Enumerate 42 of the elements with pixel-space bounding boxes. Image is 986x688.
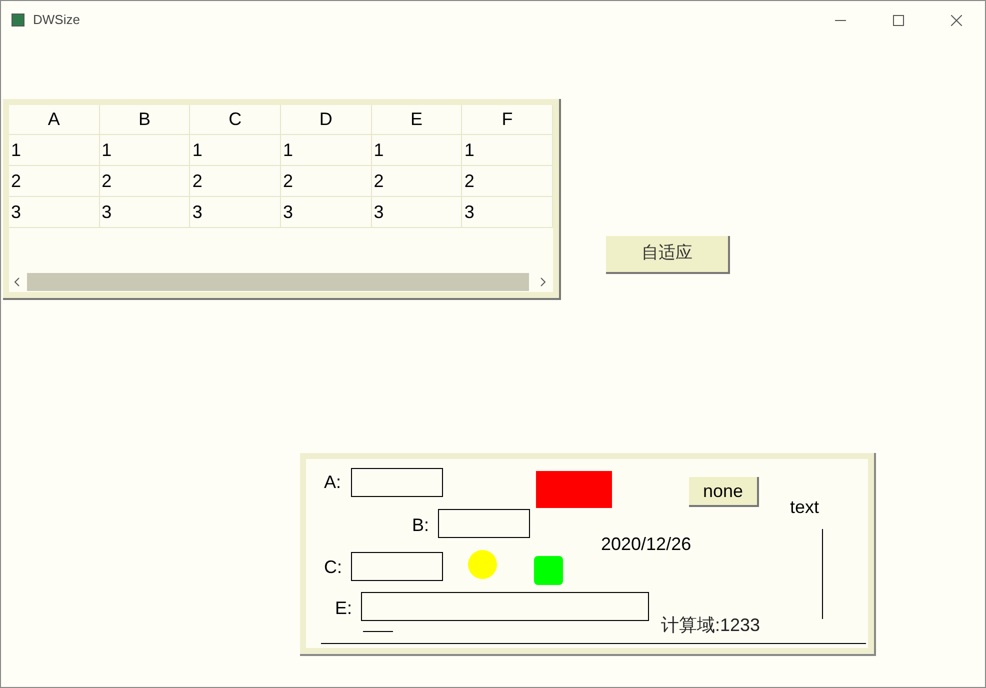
- table-cell: 3: [9, 197, 100, 227]
- input-field[interactable]: [351, 552, 443, 581]
- table-cell: 2: [281, 166, 372, 196]
- column-header[interactable]: F: [462, 105, 554, 134]
- column-header[interactable]: B: [100, 105, 190, 134]
- table-cell: 3: [190, 197, 282, 227]
- column-header[interactable]: D: [281, 105, 372, 134]
- close-icon: [950, 14, 962, 26]
- table-cell: 1: [100, 135, 190, 165]
- table-cell: 1: [281, 135, 372, 165]
- table-cell: 1: [462, 135, 554, 165]
- table-cell: 1: [9, 135, 100, 165]
- window-title: DWSize: [33, 11, 80, 30]
- field-label: A:: [324, 471, 342, 494]
- maximize-icon: [892, 14, 904, 26]
- table-cell: 3: [372, 197, 462, 227]
- table-cell: 3: [462, 197, 554, 227]
- scroll-left-icon: [13, 277, 21, 287]
- app-icon: [11, 13, 25, 27]
- field-label: E:: [335, 597, 352, 620]
- table-cell: 1: [190, 135, 282, 165]
- input-field[interactable]: [361, 592, 649, 621]
- column-header[interactable]: A: [9, 105, 100, 134]
- table-cell: 2: [9, 166, 100, 196]
- table-cell: 2: [100, 166, 190, 196]
- column-header[interactable]: C: [190, 105, 282, 134]
- table-cell: 1: [372, 135, 462, 165]
- date-label: 2020/12/26: [601, 533, 692, 556]
- computed-field-label: 计算域:1233: [661, 614, 760, 637]
- table-cell: 2: [462, 166, 554, 196]
- field-label: C:: [324, 556, 342, 579]
- input-field[interactable]: [438, 509, 530, 538]
- table-cell: 2: [372, 166, 462, 196]
- table-cell: 2: [190, 166, 282, 196]
- column-header[interactable]: E: [372, 105, 462, 134]
- input-field[interactable]: [351, 468, 443, 497]
- table-cell: 3: [100, 197, 190, 227]
- none-button[interactable]: none: [689, 477, 759, 507]
- text-label: text: [790, 496, 820, 519]
- field-label: B:: [412, 514, 430, 537]
- table-cell: 3: [281, 197, 372, 227]
- adapt-button[interactable]: 自适应: [606, 236, 730, 274]
